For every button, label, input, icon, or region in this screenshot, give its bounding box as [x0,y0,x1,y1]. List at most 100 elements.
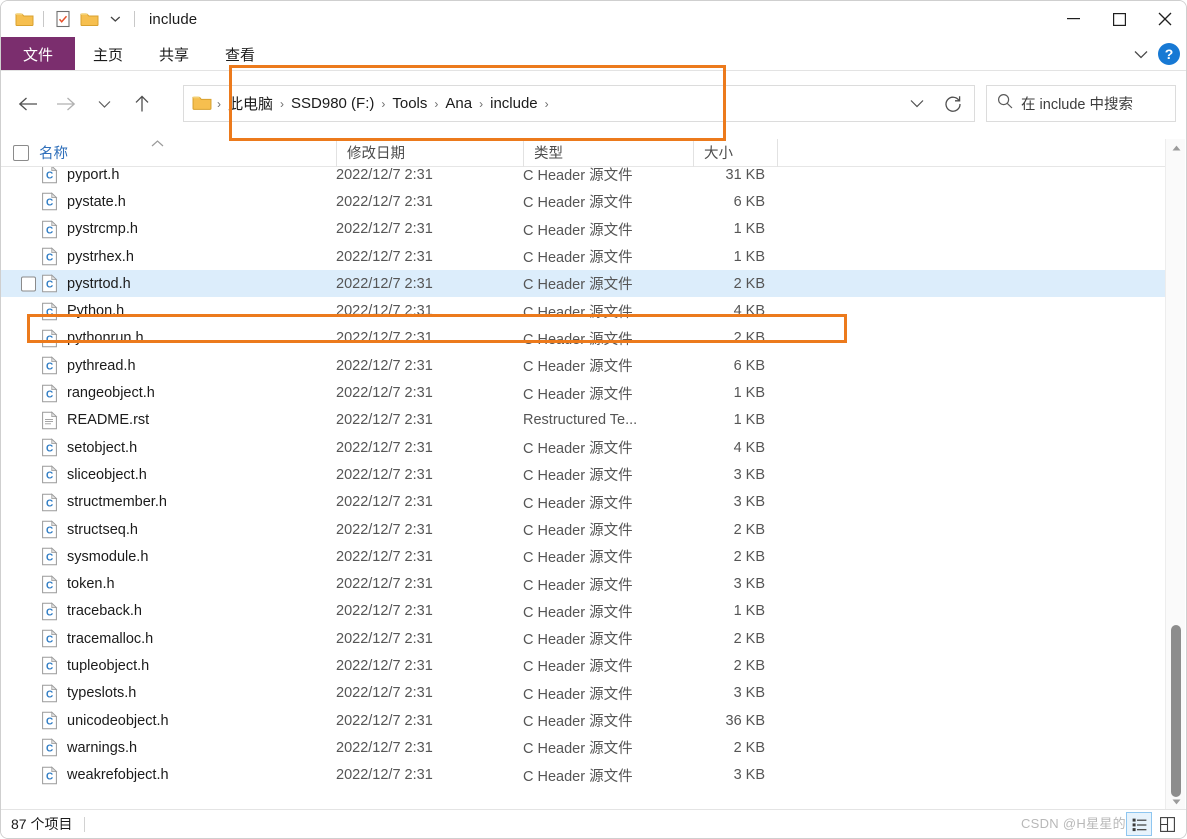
breadcrumb-item-ana[interactable]: Ana [441,93,476,114]
file-size-cell: 1 KB [733,221,765,238]
column-header-type[interactable]: 类型 [523,138,693,167]
scrollbar-track[interactable] [1166,157,1186,797]
tab-view[interactable]: 查看 [207,37,273,71]
file-name-label: pystate.h [67,193,126,210]
select-all-checkbox[interactable] [13,144,29,161]
row-checkbox[interactable] [21,276,36,292]
table-row[interactable]: Cpystrcmp.h 2022/12/7 2:31 C Header 源文件 1 K… [1,216,1166,243]
table-row[interactable]: Cweakrefobject.h 2022/12/7 2:31 C Header 源… [1,762,1166,789]
folder-icon[interactable] [11,6,37,32]
table-row[interactable]: Ctupleobject.h 2022/12/7 2:31 C Header 源文件… [1,652,1166,679]
toolbar-divider-2 [134,11,135,27]
file-size-cell: 3 KB [733,494,765,511]
file-name-label: tupleobject.h [67,657,150,674]
breadcrumb-item-ssd980[interactable]: SSD980 (F:) [287,93,378,114]
table-row[interactable]: Cstructseq.h 2022/12/7 2:31 C Header 源文件 2 … [1,516,1166,543]
file-size-cell: 1 KB [733,412,765,429]
file-type-cell: C Header 源文件 [523,714,633,731]
column-header-date[interactable]: 修改日期 [336,138,523,167]
table-row[interactable]: Cpythonrun.h 2022/12/7 2:31 C Header 源文件 2 … [1,325,1166,352]
file-date-cell: 2022/12/7 2:31 [336,548,433,565]
scroll-up-button[interactable] [1166,139,1186,157]
table-row[interactable]: Ctraceback.h 2022/12/7 2:31 C Header 源文件 1 … [1,598,1166,625]
table-row[interactable]: Cwarnings.h 2022/12/7 2:31 C Header 源文件 2 K… [1,734,1166,761]
forward-button[interactable] [47,85,85,123]
file-name-cell: Cpystate.h [1,192,336,211]
table-row[interactable]: Csetobject.h 2022/12/7 2:31 C Header 源文件 4 … [1,434,1166,461]
details-view-icon[interactable] [1126,812,1152,836]
sort-ascending-icon [151,138,164,150]
table-row[interactable]: Ctoken.h 2022/12/7 2:31 C Header 源文件 3 KB [1,570,1166,597]
table-row[interactable]: Cpystrhex.h 2022/12/7 2:31 C Header 源文件 1 K… [1,243,1166,270]
table-row[interactable]: Cpyport.h 2022/12/7 2:31 C Header 源文件 31 KB [1,167,1166,188]
file-date-cell: 2022/12/7 2:31 [336,521,433,538]
refresh-icon[interactable] [938,89,968,119]
item-count-label: 87 个项目 [11,816,73,832]
customize-chevron-icon[interactable] [102,6,128,32]
table-row[interactable]: Cunicodeobject.h 2022/12/7 2:31 C Header 源… [1,707,1166,734]
close-button[interactable] [1142,1,1186,37]
back-button[interactable] [9,85,47,123]
file-name-cell: Cpystrtod.h [1,274,336,293]
breadcrumb-separator-5[interactable]: › [542,97,552,111]
column-header-spacer[interactable] [777,138,837,167]
file-name-cell: Ctupleobject.h [1,656,336,675]
properties-icon[interactable] [50,6,76,32]
breadcrumb-separator-4[interactable]: › [476,97,486,111]
chevron-down-icon[interactable] [1134,47,1148,62]
table-row[interactable]: Csliceobject.h 2022/12/7 2:31 C Header 源文件… [1,461,1166,488]
search-input[interactable]: 在 include 中搜索 [986,85,1176,122]
file-type-cell: C Header 源文件 [523,277,633,294]
c-header-icon: C [41,301,58,321]
file-explorer-window: include 文件 主页 共享 查看 ? › 此电脑 › SSD980 (F:… [0,0,1187,839]
file-name-cell: Ctraceback.h [1,602,336,621]
file-name-label: pystrhex.h [67,248,134,265]
breadcrumb-item-tools[interactable]: Tools [388,93,431,114]
table-row[interactable]: Cpystrtod.h 2022/12/7 2:31 C Header 源文件 2 K… [1,270,1166,298]
tab-share[interactable]: 共享 [141,37,207,71]
title-bar: include [1,1,1186,37]
up-button[interactable] [123,85,161,123]
tab-home[interactable]: 主页 [75,37,141,71]
recent-locations-button[interactable] [85,85,123,123]
table-row[interactable]: README.rst 2022/12/7 2:31 Restructured Te.… [1,407,1166,434]
table-row[interactable]: Crangeobject.h 2022/12/7 2:31 C Header 源文件… [1,379,1166,406]
minimize-button[interactable] [1050,1,1096,37]
address-bar[interactable]: › 此电脑 › SSD980 (F:) › Tools › Ana › incl… [183,85,975,122]
breadcrumb-separator-3[interactable]: › [431,97,441,111]
breadcrumb-item-include[interactable]: include [486,93,542,114]
breadcrumb-separator-1[interactable]: › [277,97,287,111]
table-row[interactable]: Cstructmember.h 2022/12/7 2:31 C Header 源文… [1,489,1166,516]
large-icons-view-icon[interactable] [1154,812,1180,836]
table-row[interactable]: Cpystate.h 2022/12/7 2:31 C Header 源文件 6 KB [1,188,1166,215]
table-row[interactable]: Csysmodule.h 2022/12/7 2:31 C Header 源文件 2 … [1,543,1166,570]
ribbon-right-controls: ? [1134,37,1180,71]
breadcrumb-item-this-pc[interactable]: 此电脑 [224,91,277,116]
file-name-cell: Cstructseq.h [1,520,336,539]
file-list[interactable]: Cpyport.h 2022/12/7 2:31 C Header 源文件 31 KB… [1,167,1166,808]
table-row[interactable]: C Python.h 2022/12/7 2:31 C Header 源文件 4 KB [1,297,1166,324]
breadcrumb-separator-2[interactable]: › [378,97,388,111]
address-dropdown-icon[interactable] [902,89,932,119]
table-row[interactable]: Cpythread.h 2022/12/7 2:31 C Header 源文件 6 K… [1,352,1166,379]
file-size-cell: 36 KB [725,712,766,729]
column-header-name[interactable]: 名称 [1,139,336,167]
file-name-cell: Csetobject.h [1,438,336,457]
file-name-cell: Cwarnings.h [1,738,336,757]
file-date-cell: 2022/12/7 2:31 [336,603,433,620]
scrollbar-thumb[interactable] [1171,625,1181,797]
file-type-cell: C Header 源文件 [523,577,633,594]
c-header-icon: C [41,738,58,757]
table-row[interactable]: Ctracemalloc.h 2022/12/7 2:31 C Header 源文件… [1,625,1166,652]
column-header-size[interactable]: 大小 [693,138,777,167]
table-row[interactable]: Ctypeslots.h 2022/12/7 2:31 C Header 源文件 3 … [1,680,1166,707]
file-name-cell: Cweakrefobject.h [1,765,336,785]
new-folder-icon[interactable] [76,6,102,32]
vertical-scrollbar[interactable] [1165,139,1185,811]
help-button[interactable]: ? [1158,43,1180,65]
tab-file[interactable]: 文件 [1,37,76,71]
c-header-icon: C [41,684,58,703]
file-name-label: traceback.h [67,603,142,620]
maximize-button[interactable] [1096,1,1142,37]
svg-text:C: C [46,444,53,455]
